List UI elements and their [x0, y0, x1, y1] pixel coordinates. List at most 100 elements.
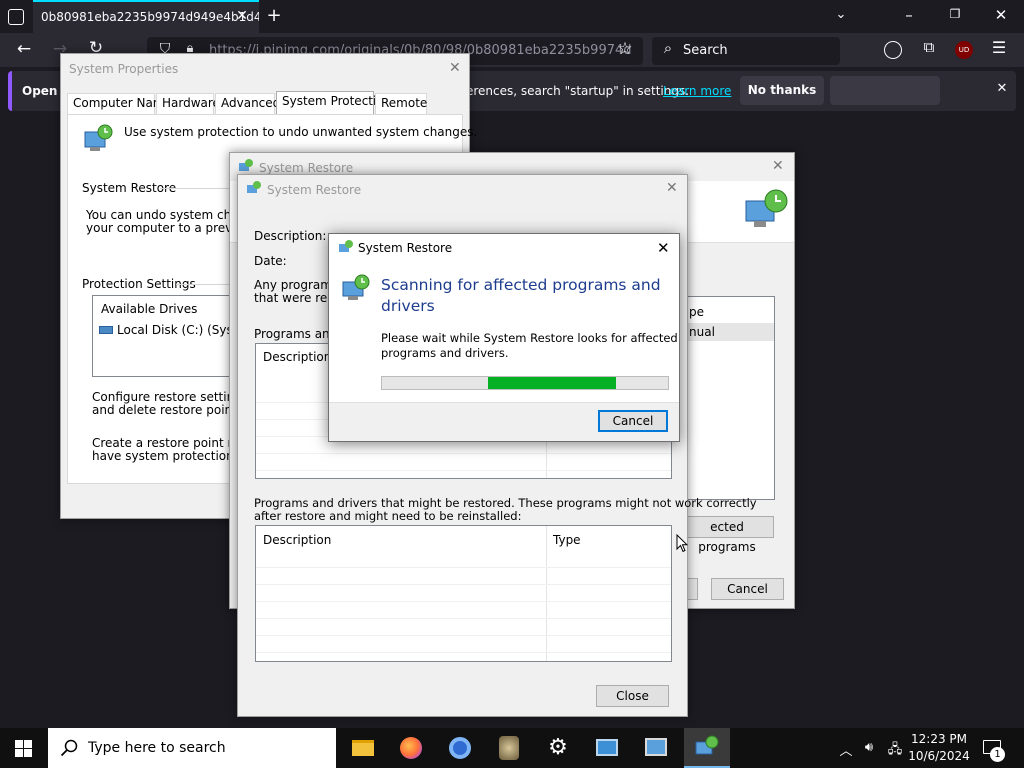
file-explorer-icon[interactable] [342, 732, 382, 764]
restore-point-row[interactable]: nual [681, 323, 774, 341]
date-label: Date: [254, 254, 287, 268]
description-label: Description: [254, 229, 327, 243]
grid-empty-row [256, 636, 671, 653]
tab-system-protection[interactable]: System Protection [276, 91, 391, 115]
system-restore-small-icon [239, 159, 253, 171]
no-thanks-label: No thanks [747, 83, 817, 97]
taskbar-search-icon [60, 739, 78, 757]
close-button-label: Close [616, 689, 649, 703]
search-bar[interactable]: Search [652, 37, 840, 65]
tab-computer-name[interactable]: Computer Name [67, 93, 172, 114]
grid-empty-row [256, 454, 671, 471]
tab-advanced[interactable]: Advanced [215, 93, 280, 114]
scanning-cancel-button[interactable]: Cancel [598, 410, 668, 432]
tab-remote[interactable]: Remote [375, 93, 427, 114]
scanning-title-icon [339, 240, 353, 252]
configure-text-2: and delete restore points. [92, 403, 247, 417]
extensions-icon[interactable]: ⧉ [920, 40, 938, 55]
chromium-icon[interactable] [440, 732, 480, 764]
drive-icon [99, 326, 113, 334]
scanning-heading-line-1: Scanning for affected programs and [381, 276, 661, 294]
wizard-cancel-label: Cancel [727, 582, 768, 596]
scanning-body-line-2: programs and drivers. [381, 346, 509, 360]
grid-empty-row [256, 619, 671, 636]
scanning-close-icon[interactable]: ✕ [657, 239, 670, 257]
restore-point-type: nual [689, 325, 715, 339]
restore-icon[interactable]: ❐ [946, 8, 964, 20]
intro-text: Use system protection to undo unwanted s… [124, 125, 478, 139]
ublock-icon[interactable]: UD [955, 41, 973, 59]
restored-label-1: Programs and drivers that might be resto… [254, 496, 757, 510]
restored-description-header[interactable]: Description [263, 533, 331, 547]
learn-more-link[interactable]: Learn more [663, 84, 731, 98]
notification-action-button[interactable] [830, 76, 940, 105]
show-hidden-icons-chevron[interactable]: ︿ [838, 740, 854, 759]
system-properties-title: System Properties [69, 62, 179, 76]
browser-tab-title: 0b80981eba2235b9974d949e4b1d40f [41, 10, 259, 24]
notification-close-icon[interactable]: ✕ [994, 82, 1010, 95]
grid-empty-row [256, 568, 671, 585]
firefox-icon[interactable] [391, 732, 431, 764]
app-icon-wine[interactable] [489, 732, 529, 764]
window-close-icon[interactable]: ✕ [992, 8, 1010, 23]
search-placeholder: Search [683, 43, 728, 58]
windows-start-icon[interactable] [15, 740, 32, 757]
type-column-header[interactable]: pe [689, 305, 704, 319]
list-all-tabs-icon[interactable]: ⌄ [832, 8, 850, 21]
tab-list-icon[interactable] [8, 9, 24, 25]
account-icon[interactable] [884, 41, 902, 59]
taskbar-search-box[interactable]: Type here to search [48, 728, 336, 768]
restore-points-list[interactable]: pe nual [680, 296, 775, 500]
affected-programs-title: System Restore [267, 183, 362, 197]
network-icon[interactable]: 🖧 [886, 740, 904, 762]
wizard-cancel-button[interactable]: Cancel [711, 578, 784, 600]
system-restore-wizard-title: System Restore [259, 161, 354, 175]
bookmark-star-icon[interactable]: ☆ [616, 41, 634, 58]
taskbar-search-placeholder: Type here to search [88, 740, 226, 756]
system-restore-taskbar-button[interactable] [684, 728, 730, 768]
notification-count-badge: 1 [990, 747, 1005, 762]
scanning-cancel-label: Cancel [612, 414, 654, 428]
tab-label: Advanced [221, 96, 281, 110]
close-button[interactable]: Close [596, 685, 669, 707]
new-tab-icon[interactable]: + [266, 7, 282, 25]
restored-type-header[interactable]: Type [553, 533, 581, 547]
system-properties-taskbar-icon[interactable] [636, 732, 676, 764]
tab-hardware[interactable]: Hardware [156, 93, 220, 114]
scanning-body-line-1: Please wait while System Restore looks f… [381, 331, 678, 345]
minimize-icon[interactable]: – [900, 8, 918, 23]
programs-restored-grid[interactable]: Description Type [255, 525, 672, 662]
scan-affected-programs-button[interactable]: ected programs [680, 516, 774, 554]
search-icon: ⌕ [663, 39, 673, 57]
ublock-badge: UD [958, 46, 970, 54]
affected-programs-close-icon[interactable]: ✕ [666, 180, 678, 196]
settings-gear-icon[interactable]: ⚙ [538, 732, 578, 764]
grid-empty-row [256, 602, 671, 619]
menu-icon[interactable]: ☰ [990, 40, 1008, 56]
drives-column-header[interactable]: Available Drives [101, 302, 197, 316]
system-restore-large-icon [745, 189, 788, 227]
scan-button-label: ected programs [698, 520, 756, 554]
tab-close-icon[interactable]: ✕ [235, 9, 249, 23]
volume-icon[interactable]: 🔊︎ [860, 740, 878, 755]
browser-tab-active[interactable]: 0b80981eba2235b9974d949e4b1d40f [33, 0, 259, 33]
scanning-heading-line-2: drivers [381, 297, 435, 315]
system-protection-icon [84, 124, 113, 151]
clock-time: 12:23 PM [911, 732, 967, 746]
back-icon[interactable]: ← [14, 41, 34, 58]
system-restore-wizard-close-icon[interactable]: ✕ [772, 158, 784, 174]
control-panel-icon[interactable] [587, 732, 627, 764]
deleted-description-header[interactable]: Description [263, 350, 331, 364]
system-restore-taskbar-icon [695, 735, 719, 755]
taskbar-clock[interactable]: 12:23 PM 10/6/2024 [904, 732, 974, 763]
system-restore-icon [342, 274, 370, 300]
affected-programs-small-icon [247, 181, 261, 193]
no-thanks-button[interactable]: No thanks [740, 76, 824, 105]
notification-count: 1 [994, 749, 1001, 760]
clock-date: 10/6/2024 [908, 749, 970, 763]
any-programs-text-1: Any programs [254, 278, 339, 292]
mouse-cursor-icon [676, 534, 688, 553]
grid-empty-row [256, 551, 671, 568]
system-properties-close-icon[interactable]: ✕ [449, 60, 461, 76]
scanning-progress-bar [381, 376, 669, 390]
